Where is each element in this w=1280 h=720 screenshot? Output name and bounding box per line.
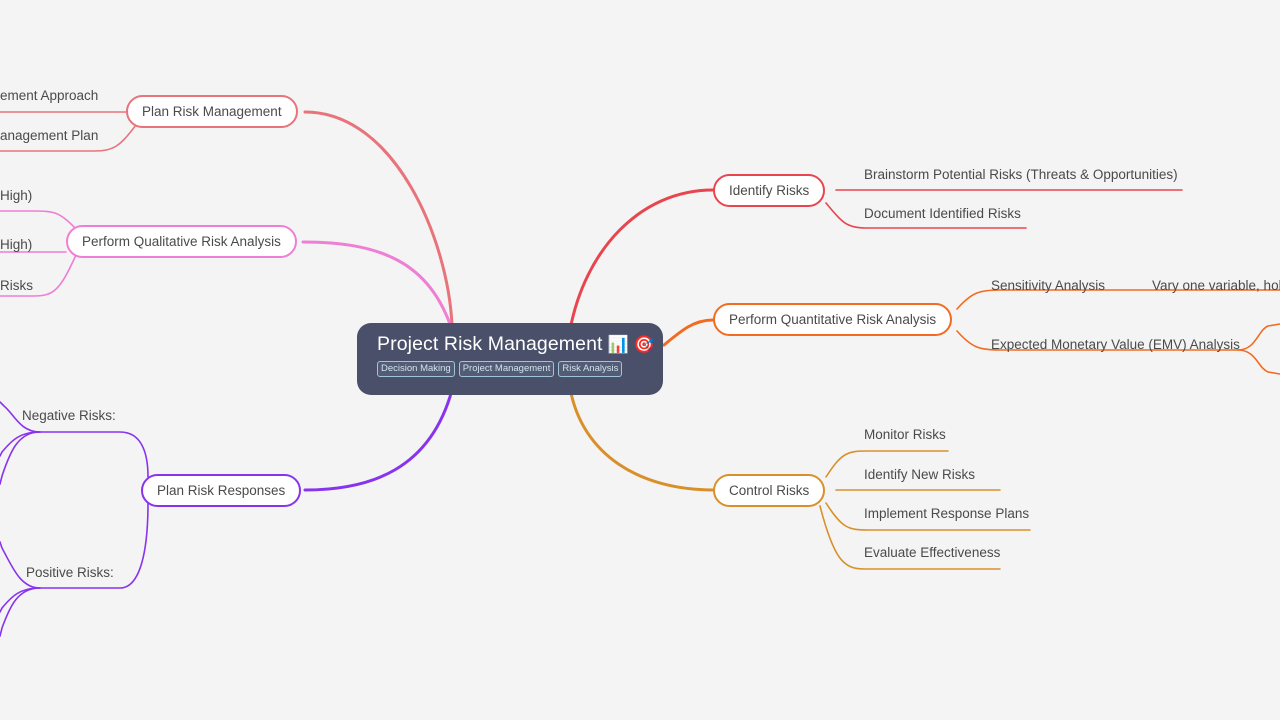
leaf-label: Negative Risks:: [22, 408, 116, 423]
branch-label-plan-risk-responses: Plan Risk Responses: [157, 483, 286, 498]
leaf-label: High): [0, 188, 33, 203]
branch-node-plan-risk-management[interactable]: Plan Risk Management: [126, 95, 298, 128]
edge-emv-sub1: [1237, 323, 1280, 351]
edge-root-plan-risk-management: [303, 110, 454, 327]
leaf-label: Expected Monetary Value (EMV) Analysis: [991, 337, 1240, 352]
leaf-label: High): [0, 237, 33, 252]
leaf-qualitative-child-1[interactable]: High): [0, 188, 32, 204]
edge-root-quantitative: [662, 318, 715, 347]
leaf-plan-risk-responses-negative[interactable]: Negative Risks:: [22, 408, 116, 424]
branch-node-perform-quantitative-risk-analysis[interactable]: Perform Quantitative Risk Analysis: [713, 303, 953, 336]
edge-root-identify-risks: [568, 188, 715, 332]
branch-label-identify-risks: Identify Risks: [729, 183, 810, 198]
leaf-plan-risk-management-child-2[interactable]: anagement Plan: [0, 128, 98, 144]
root-node[interactable]: Project Risk Management 📊 🎯 Decision Mak…: [357, 323, 663, 395]
branch-label-plan-risk-management: Plan Risk Management: [142, 104, 282, 119]
leaf-quantitative-child-3[interactable]: Expected Monetary Value (EMV) Analysis: [991, 337, 1240, 353]
edge-plan-risk-responses-negative: [39, 431, 149, 478]
branch-node-control-risks[interactable]: Control Risks: [713, 474, 826, 507]
root-tag-list: Decision Making Project Management Risk …: [377, 361, 643, 377]
edge-root-qualitative: [301, 240, 454, 332]
leaf-control-risks-child-3[interactable]: Implement Response Plans: [864, 506, 1029, 522]
leaf-label: Sensitivity Analysis: [991, 278, 1106, 293]
direct-hit-emoji: 🎯: [633, 334, 656, 354]
leaf-label: Brainstorm Potential Risks (Threats & Op…: [864, 167, 1178, 182]
leaf-label: ement Approach: [0, 88, 99, 103]
edge-qualitative-child1: [0, 210, 77, 230]
leaf-label: Document Identified Risks: [864, 206, 1021, 221]
root-tag-project-management[interactable]: Project Management: [458, 361, 555, 377]
edge-positive-risks-sub3: [0, 587, 41, 637]
leaf-qualitative-child-2[interactable]: High): [0, 237, 32, 253]
branch-label-control-risks: Control Risks: [729, 483, 810, 498]
branch-node-identify-risks[interactable]: Identify Risks: [713, 174, 826, 207]
edge-root-plan-risk-responses: [303, 388, 454, 492]
leaf-label: anagement Plan: [0, 128, 99, 143]
leaf-control-risks-child-4[interactable]: Evaluate Effectiveness: [864, 545, 1000, 561]
leaf-label: Identify New Risks: [864, 467, 976, 482]
edge-positive-risks-sub2: [0, 587, 41, 613]
root-title-text: Project Risk Management: [377, 333, 603, 355]
bar-chart-emoji: 📊: [607, 334, 629, 354]
leaf-label: Risks: [0, 278, 33, 293]
leaf-control-risks-child-1[interactable]: Monitor Risks: [864, 427, 946, 443]
leaf-label: Monitor Risks: [864, 427, 946, 442]
leaf-quantitative-child-1[interactable]: Sensitivity Analysis: [991, 278, 1105, 294]
branch-label-perform-qualitative-risk-analysis: Perform Qualitative Risk Analysis: [82, 234, 281, 249]
leaf-plan-risk-responses-positive[interactable]: Positive Risks:: [26, 565, 114, 581]
leaf-identify-risks-child-1[interactable]: Brainstorm Potential Risks (Threats & Op…: [864, 167, 1178, 183]
leaf-plan-risk-management-child-1[interactable]: ement Approach: [0, 88, 98, 104]
leaf-label: Vary one variable, hol: [1152, 278, 1280, 293]
edge-negative-risks-sub2: [0, 431, 41, 457]
branch-node-plan-risk-responses[interactable]: Plan Risk Responses: [141, 474, 302, 507]
edge-root-control-risks: [568, 386, 715, 492]
leaf-label: Positive Risks:: [26, 565, 114, 580]
branch-label-perform-quantitative-risk-analysis: Perform Quantitative Risk Analysis: [729, 312, 937, 327]
edge-negative-risks-sub3: [0, 431, 41, 485]
edge-emv-sub2: [1237, 349, 1280, 375]
leaf-control-risks-child-2[interactable]: Identify New Risks: [864, 467, 975, 483]
leaf-label: Implement Response Plans: [864, 506, 1030, 521]
root-title: Project Risk Management 📊 🎯: [377, 332, 655, 356]
mindmap-canvas: Project Risk Management 📊 🎯 Decision Mak…: [0, 0, 1280, 720]
branch-node-perform-qualitative-risk-analysis[interactable]: Perform Qualitative Risk Analysis: [66, 225, 297, 258]
leaf-qualitative-child-3[interactable]: Risks: [0, 278, 33, 294]
root-tag-decision-making[interactable]: Decision Making: [377, 361, 455, 377]
root-tag-risk-analysis[interactable]: Risk Analysis: [558, 361, 623, 377]
leaf-label: Evaluate Effectiveness: [864, 545, 1001, 560]
leaf-quantitative-child-2[interactable]: Vary one variable, hol: [1152, 278, 1280, 294]
leaf-identify-risks-child-2[interactable]: Document Identified Risks: [864, 206, 1021, 222]
